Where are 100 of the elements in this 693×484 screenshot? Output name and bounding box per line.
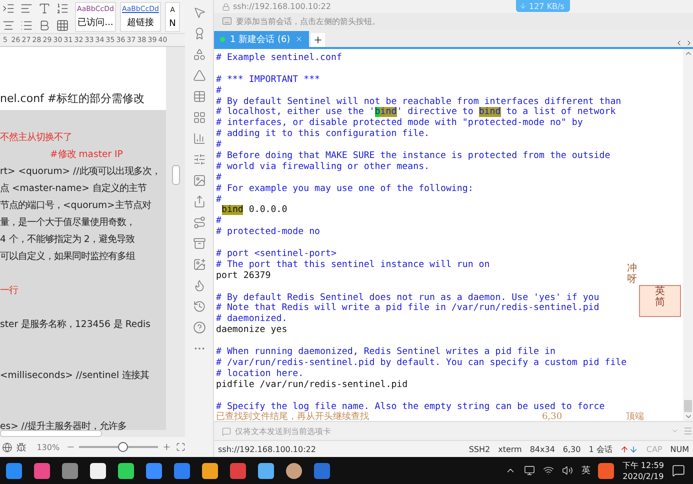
comment-line: # protected-mode no (216, 227, 320, 238)
style-name: 超链接 (127, 16, 154, 30)
down-arrow-icon (519, 2, 527, 10)
globe-icon[interactable] (2, 442, 12, 452)
comment-line: # By default Sentinel will not be reachable from interfaces different than (216, 96, 622, 107)
config-line: port 26379 (216, 270, 271, 282)
zoom-in-icon[interactable] (162, 442, 172, 452)
picture-icon[interactable] (192, 258, 206, 271)
clock[interactable]: 下午 12:59 2020/2/19 (622, 460, 664, 482)
image-icon[interactable] (192, 174, 206, 187)
status-size: 84x34 (530, 444, 555, 454)
num-lock-indicator: NUM (670, 444, 689, 454)
pointer-icon[interactable] (192, 6, 206, 19)
triangle-icon[interactable] (192, 69, 206, 82)
scrollbar-thumb[interactable] (0, 430, 102, 437)
toolbar-icon[interactable] (38, 2, 51, 15)
comment-line: # daemonized. (216, 314, 288, 325)
document-text: #修改 master IP (49, 148, 124, 162)
comment-line: # (216, 172, 222, 184)
hint-text: 要添加当前会话，点击左侧的箭头按钮。 (236, 16, 380, 26)
notification-icon[interactable] (672, 464, 685, 477)
bug-icon[interactable] (16, 442, 27, 452)
app-icon[interactable] (118, 462, 134, 478)
shapes-icon[interactable] (192, 48, 206, 61)
comment-line: # Before doing that MAKE SURE the instance is protected from the outside (216, 151, 610, 162)
avatar-circle[interactable] (286, 462, 302, 478)
zoom-level[interactable]: 130% (36, 442, 60, 452)
comment-line: # /var/run/redis-sentinel.pid by default. You can specify a custom pid file (216, 358, 627, 369)
input-mode[interactable]: 英 (581, 464, 590, 477)
cursor-position: 6,30 (542, 412, 564, 424)
status-protocol: SSH2 (468, 444, 490, 454)
toolbar-icon[interactable] (20, 2, 33, 15)
slider-thumb[interactable] (118, 442, 128, 452)
comment-line: # For example you may use one of the following: (216, 184, 474, 195)
status-sessions: 1 会话 (588, 444, 612, 454)
toolbar-icon[interactable] (56, 18, 69, 32)
ime-sticker[interactable]: 冲呀 英 简 (627, 263, 681, 325)
new-tab-button[interactable] (311, 33, 326, 47)
search-message: 已查找到文件结尾，再从开头继续查找 (216, 412, 370, 424)
comment-line: # Note that Redis will write a pid file in /var/run/redis-sentinel.pid (216, 303, 600, 314)
scroll-up-icon[interactable] (684, 49, 692, 58)
caps-lock-indicator: CAP (646, 444, 662, 454)
comment-line: # adding it to this configuration file. (216, 129, 430, 140)
sticker-mode: 简 (655, 297, 665, 308)
scrollbar-thumb[interactable] (684, 400, 692, 412)
style-name: 已访问... (78, 16, 114, 30)
comment-line: # *** IMPORTANT *** (216, 74, 320, 86)
toolbar-icon[interactable] (2, 18, 15, 32)
scroll-down-icon[interactable] (684, 412, 692, 421)
app-icon[interactable] (90, 462, 106, 478)
message-icon (222, 426, 231, 436)
document-text: 量，是一个大于值尽量使用奇数， (0, 216, 136, 230)
chart-icon[interactable] (192, 132, 206, 145)
table-icon[interactable] (192, 90, 206, 103)
monitor-icon[interactable] (524, 465, 536, 476)
comment-line: # (216, 216, 222, 228)
comment-line: # When running daemonized, Redis Sentinel writes a pid file in (216, 347, 556, 358)
flame-icon[interactable] (192, 279, 206, 292)
comment-line: # (216, 140, 222, 152)
plus-icon (313, 35, 324, 45)
document-text: 不然主从切换不了 (0, 131, 73, 145)
document-text: 可以自定义，如果同时监控有多组 (0, 250, 136, 264)
comment-line: # location here. (216, 368, 304, 380)
comment-line: # (216, 194, 222, 206)
status-address: ssh://192.168.100.10:22 (218, 444, 317, 454)
status-cursor: 6,30 (562, 444, 581, 454)
volume-icon[interactable] (562, 465, 574, 476)
scroll-position: 顶端 (626, 412, 644, 424)
toolbar-icon[interactable] (56, 2, 69, 15)
comment-line: # interfaces, or disable protected mode with "protected-mode no" by (216, 118, 583, 129)
archive-icon[interactable] (192, 237, 206, 250)
document-text: ster 是服务名称，123456 是 Redis (0, 318, 152, 332)
speed-text: 127 KB/s (529, 2, 564, 10)
share-icon[interactable] (192, 195, 206, 208)
document-text: es> //提升主服务器时，允许多 (0, 420, 128, 430)
history-icon[interactable] (192, 300, 206, 313)
status-terminal: xterm (498, 444, 522, 454)
toolbar-icon[interactable] (2, 2, 15, 15)
document-text: 节点的端口号，<quorum>主节点对 (0, 199, 152, 213)
sticker-text: 冲呀 (627, 263, 637, 287)
close-icon[interactable] (295, 35, 304, 43)
send-bar-text: 仅将文本发送到当前选项卡 (235, 426, 331, 436)
comment-line: # Specify the log file name. Also the empty string can be used to force (216, 402, 605, 412)
sliders-icon[interactable] (192, 153, 206, 166)
grid-icon[interactable] (192, 111, 206, 124)
up-arrow-icon (620, 444, 630, 454)
ime-icon[interactable] (598, 462, 614, 478)
comment-line: # port <sentinel-port> (216, 249, 336, 260)
address-text: ssh://192.168.100.10:22 (233, 2, 331, 11)
app-icon[interactable] (258, 462, 274, 478)
route-icon[interactable] (192, 216, 206, 229)
fullscreen-icon[interactable] (176, 442, 185, 452)
app-icon[interactable] (146, 462, 162, 478)
sticker-mode: 英 (655, 286, 665, 297)
toolbar-icon[interactable] (38, 18, 51, 32)
app-icon[interactable] (202, 462, 218, 478)
scrollbar-thumb[interactable] (172, 165, 180, 185)
help-icon[interactable] (192, 321, 206, 334)
comment-line: # The port that this sentinel instance will run on (216, 260, 490, 271)
wifi-icon[interactable] (543, 465, 554, 476)
